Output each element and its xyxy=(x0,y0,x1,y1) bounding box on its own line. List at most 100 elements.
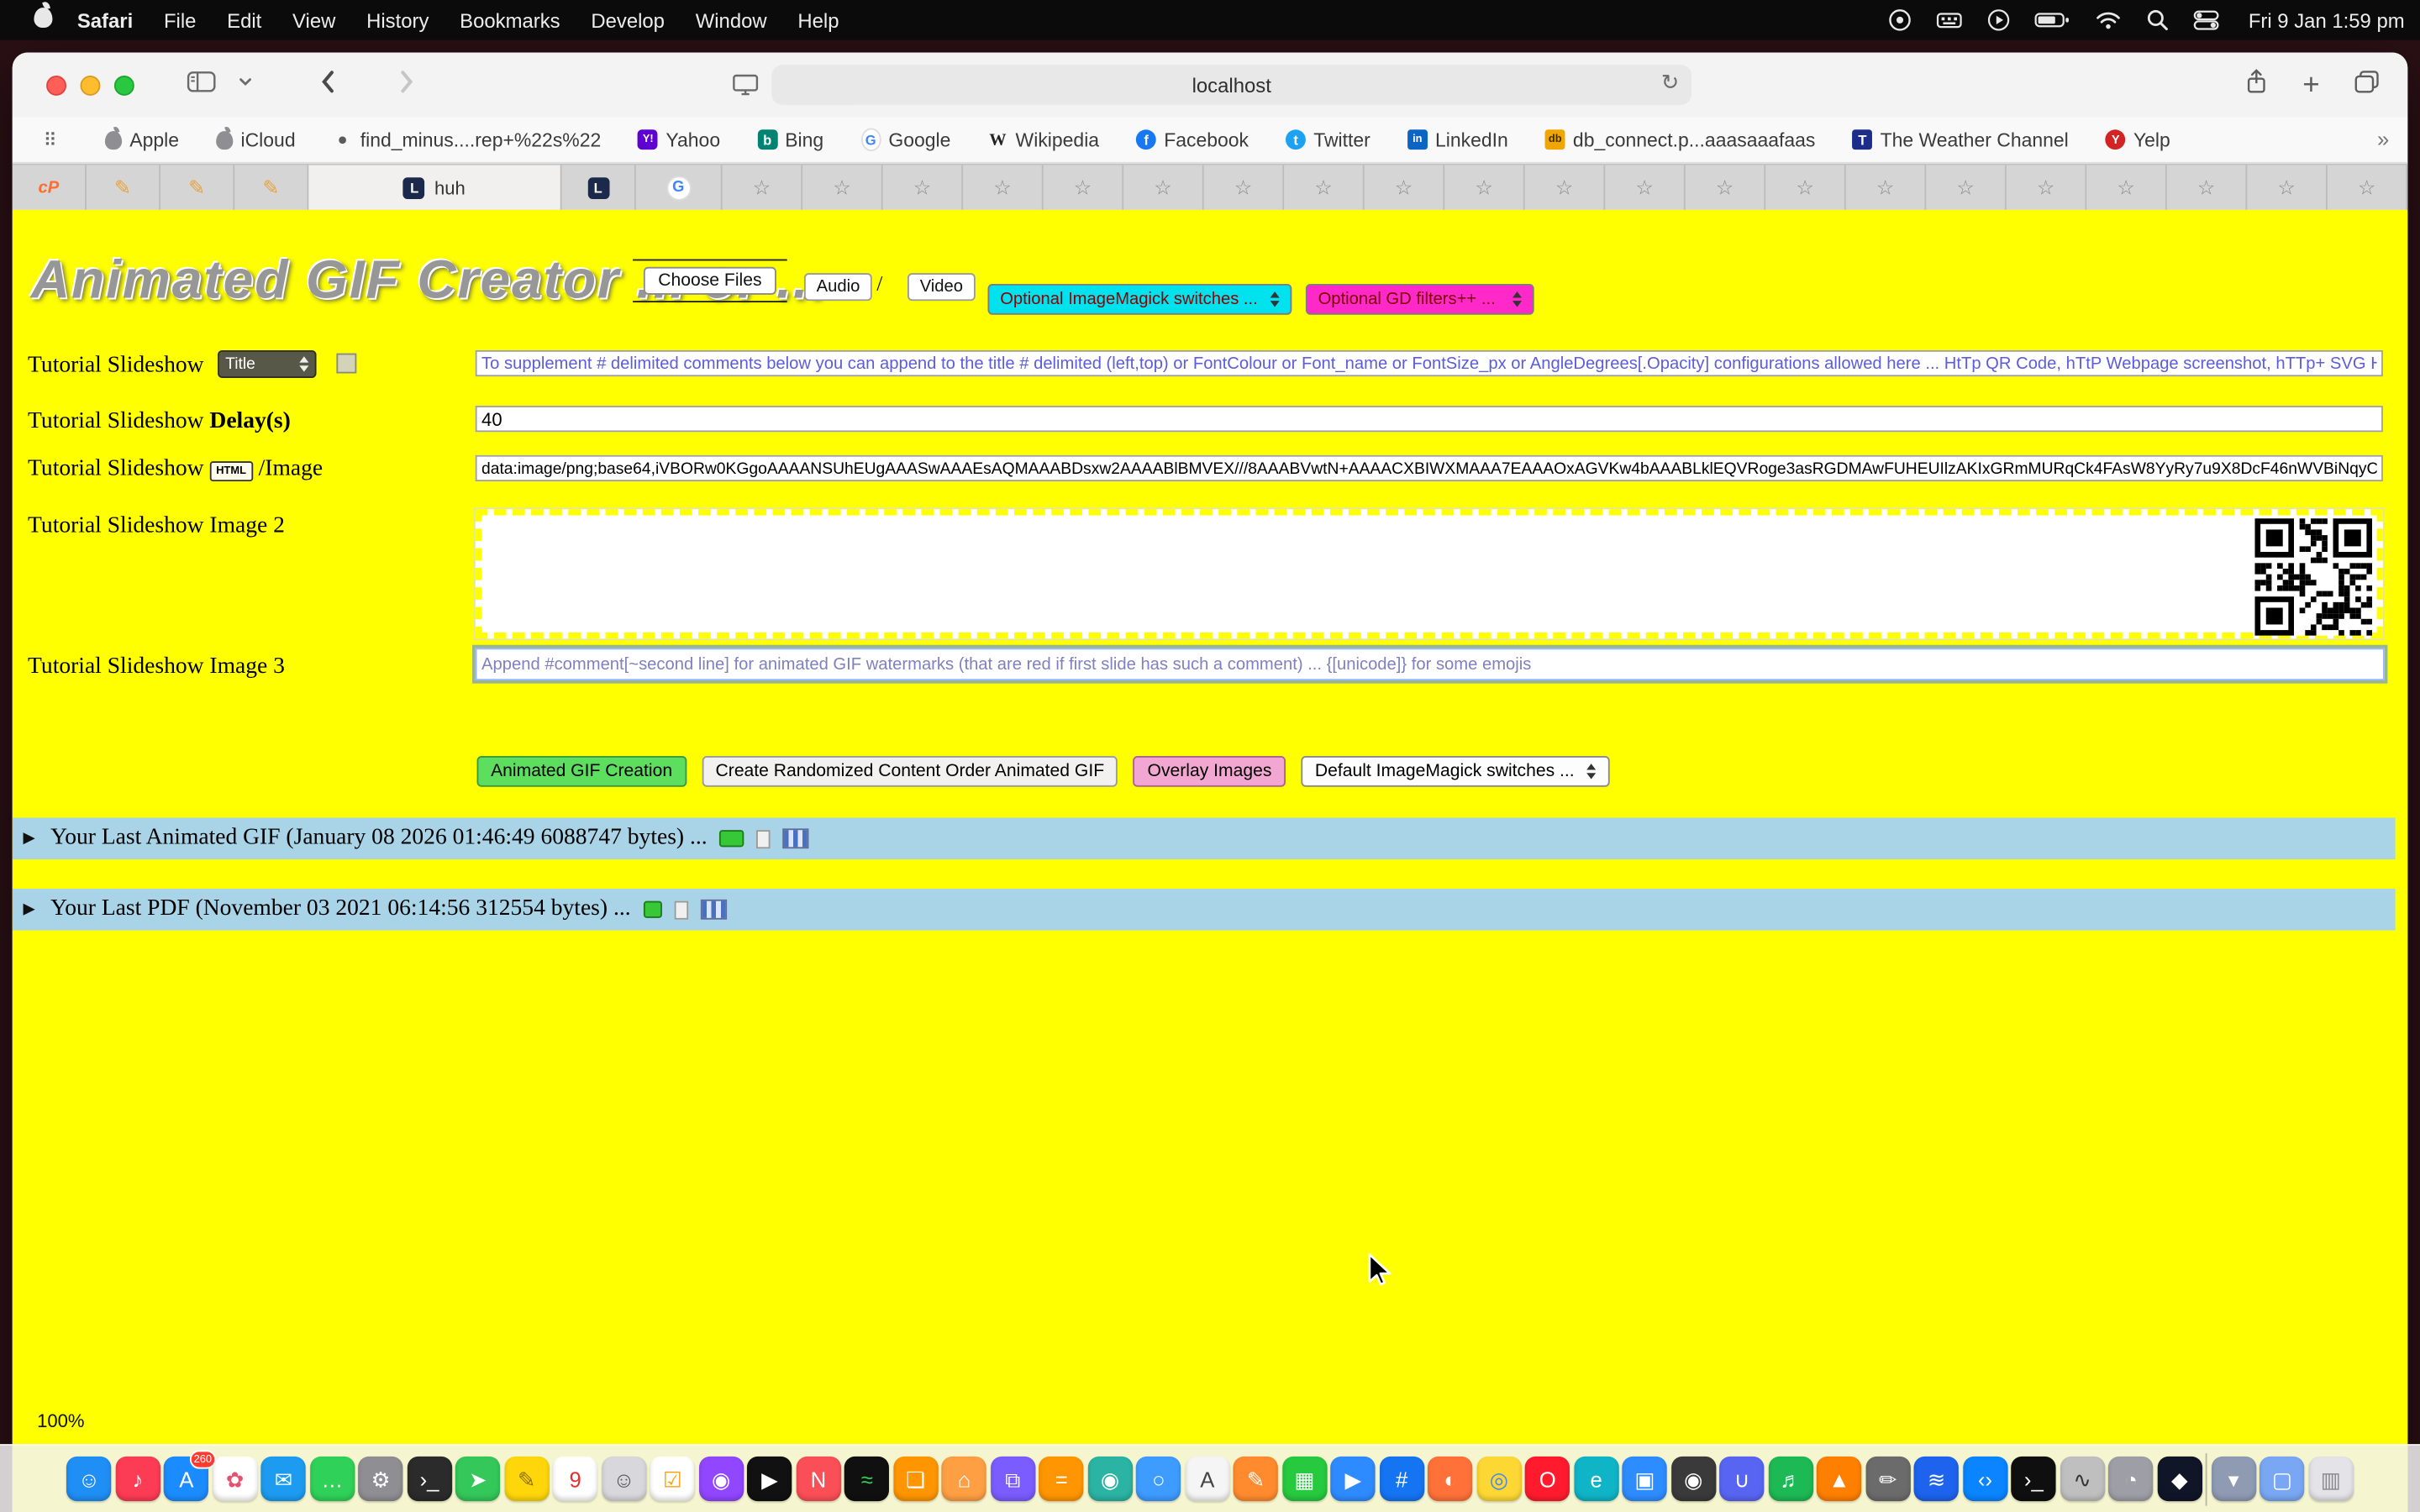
gd-filters-select[interactable]: Optional GD filters++ ... xyxy=(1306,284,1534,315)
small-file-icon[interactable] xyxy=(756,829,771,848)
favorite-yelp[interactable]: Yelp xyxy=(2106,129,2170,150)
dock-app-messages[interactable]: … xyxy=(310,1457,355,1501)
image-data-uri-input[interactable] xyxy=(476,455,2383,481)
tab-star-15[interactable] xyxy=(1846,165,1927,210)
menubar-clock[interactable]: Fri 9 Jan 1:59 pm xyxy=(2249,8,2405,32)
favorite-find-minus[interactable]: find_minus....rep+%22s%22 xyxy=(333,129,602,150)
dock-app-discord[interactable]: ∪ xyxy=(1720,1457,1765,1501)
new-tab-button[interactable]: + xyxy=(2302,71,2319,100)
dock-app-activity-monitor[interactable]: ∿ xyxy=(2060,1457,2105,1501)
tab-star-18[interactable] xyxy=(2086,165,2167,210)
tab-cpanel[interactable] xyxy=(13,165,87,210)
small-file-icon[interactable] xyxy=(674,900,688,919)
tab-star-12[interactable] xyxy=(1605,165,1686,210)
tab-star-19[interactable] xyxy=(2167,165,2248,210)
dock-app-edge[interactable]: e xyxy=(1574,1457,1618,1501)
dock-app-mail[interactable]: ✉ xyxy=(261,1457,306,1501)
dock-app-documents-folder[interactable]: ▢ xyxy=(2260,1457,2304,1501)
html-chip[interactable]: HTML xyxy=(210,461,252,481)
tab-star-7[interactable] xyxy=(1204,165,1285,210)
tab-star-8[interactable] xyxy=(1284,165,1365,210)
animated-gif-creation-button[interactable]: Animated GIF Creation xyxy=(477,756,687,787)
tab-star-9[interactable] xyxy=(1365,165,1445,210)
dock-app-iterm[interactable]: ›_ xyxy=(2012,1457,2056,1501)
tab-l-2[interactable] xyxy=(562,165,636,210)
tab-star-6[interactable] xyxy=(1123,165,1204,210)
address-bar[interactable]: localhost ↻ xyxy=(771,65,1691,105)
dock-app-pixelmator[interactable]: ◆ xyxy=(2157,1457,2202,1501)
address-bar-url[interactable]: localhost xyxy=(1192,73,1271,97)
dock-app-music[interactable]: ♪ xyxy=(115,1457,160,1501)
favorite-icloud[interactable]: iCloud xyxy=(216,129,295,150)
favorite-wikipedia[interactable]: Wikipedia xyxy=(987,129,1099,150)
title-colour-swatch[interactable] xyxy=(336,354,356,374)
randomized-gif-button[interactable]: Create Randomized Content Order Animated… xyxy=(702,756,1118,787)
favorite-twitter[interactable]: Twitter xyxy=(1286,129,1370,150)
gif-preview-icon[interactable] xyxy=(719,830,744,847)
dock-app-gimp[interactable]: ✏ xyxy=(1865,1457,1910,1501)
overlay-images-button[interactable]: Overlay Images xyxy=(1134,756,1286,787)
tab-pencil-3[interactable] xyxy=(234,165,308,210)
dock-app-separator[interactable] xyxy=(2206,1452,2207,1504)
favorite-facebook[interactable]: Facebook xyxy=(1136,129,1249,150)
apple-menu-icon[interactable] xyxy=(34,8,52,32)
screen-mirroring-icon[interactable] xyxy=(1986,8,2011,32)
close-window-button[interactable] xyxy=(46,75,66,95)
dock-app-opera[interactable]: O xyxy=(1525,1457,1570,1501)
dock-app-keynote[interactable]: ▶ xyxy=(1331,1457,1376,1501)
dock-app-calculator[interactable]: = xyxy=(1039,1457,1084,1501)
dock-app-downloads[interactable]: ▾ xyxy=(2212,1457,2256,1501)
reload-icon[interactable]: ↻ xyxy=(1661,70,1680,96)
spotlight-search-icon[interactable] xyxy=(2145,8,2170,32)
favorite-grid[interactable] xyxy=(40,129,68,150)
page-settings-icon[interactable] xyxy=(732,72,760,105)
dock-app-firefox[interactable]: ◐ xyxy=(1428,1457,1472,1501)
dock-app-app-store[interactable]: A 260 xyxy=(164,1457,208,1501)
favorite-apple[interactable]: Apple xyxy=(105,129,179,150)
zoom-level[interactable]: 100% xyxy=(37,1410,84,1432)
watermark-comment-input[interactable] xyxy=(476,648,2385,680)
title-select[interactable]: Title xyxy=(218,350,317,378)
dock-app-finder[interactable]: ☺ xyxy=(66,1457,111,1501)
dock-app-photos[interactable]: ✿ xyxy=(213,1457,257,1501)
delay-input[interactable] xyxy=(476,406,2383,432)
audio-button[interactable]: Audio xyxy=(804,273,872,301)
tab-star-2[interactable] xyxy=(802,165,883,210)
dock-app-chrome[interactable]: ◎ xyxy=(1476,1457,1521,1501)
image2-drop-area[interactable] xyxy=(476,509,2383,638)
dock-app-terminal[interactable]: ›_ xyxy=(407,1457,451,1501)
dock-app-vscode[interactable]: ‹› xyxy=(1963,1457,2007,1501)
tab-star-14[interactable] xyxy=(1765,165,1846,210)
menubar-app-name[interactable]: Safari xyxy=(77,8,133,32)
choose-files-button[interactable]: Choose Files xyxy=(644,267,776,295)
menu-item[interactable]: Develop xyxy=(591,8,665,32)
dock-app-podcasts[interactable]: ◉ xyxy=(699,1457,744,1501)
tab-star-5[interactable] xyxy=(1044,165,1124,210)
dock-app-contacts[interactable]: ☺ xyxy=(602,1457,646,1501)
dock-app-pages[interactable]: ✎ xyxy=(1234,1457,1278,1501)
control-center-icon[interactable] xyxy=(2193,8,2219,32)
gif-preview-icon[interactable] xyxy=(643,901,661,918)
share-icon[interactable] xyxy=(2244,67,2268,102)
app-badge-icon[interactable] xyxy=(1887,8,1912,32)
dock-app-textedit[interactable]: A xyxy=(1185,1457,1229,1501)
minimize-window-button[interactable] xyxy=(81,75,101,95)
dock-app-zoom[interactable]: ▣ xyxy=(1623,1457,1667,1501)
menu-item[interactable]: File xyxy=(164,8,196,32)
dock-app-docker[interactable]: ≋ xyxy=(1914,1457,1959,1501)
tab-star-11[interactable] xyxy=(1525,165,1606,210)
imagemagick-switches-select[interactable]: Optional ImageMagick switches ... xyxy=(988,284,1292,315)
tab-star-17[interactable] xyxy=(2007,165,2087,210)
favorite-db-connect[interactable]: db_connect.p...aaasaaafaas xyxy=(1545,129,1816,150)
tab-star-13[interactable] xyxy=(1686,165,1766,210)
dock-app-trash[interactable]: ▥ xyxy=(2308,1457,2353,1501)
tab-star-1[interactable] xyxy=(723,165,803,210)
tab-huh-active[interactable]: huh xyxy=(308,165,561,210)
dock-app-photo-booth[interactable]: ◉ xyxy=(1087,1457,1132,1501)
tab-star-16[interactable] xyxy=(1926,165,2007,210)
dock-app-reminders[interactable]: ☑ xyxy=(650,1457,695,1501)
title-supplement-input[interactable] xyxy=(476,350,2383,376)
dock-app-xcode[interactable]: # xyxy=(1380,1457,1424,1501)
tab-pencil-1[interactable] xyxy=(87,165,160,210)
menu-item[interactable]: Edit xyxy=(227,8,261,32)
